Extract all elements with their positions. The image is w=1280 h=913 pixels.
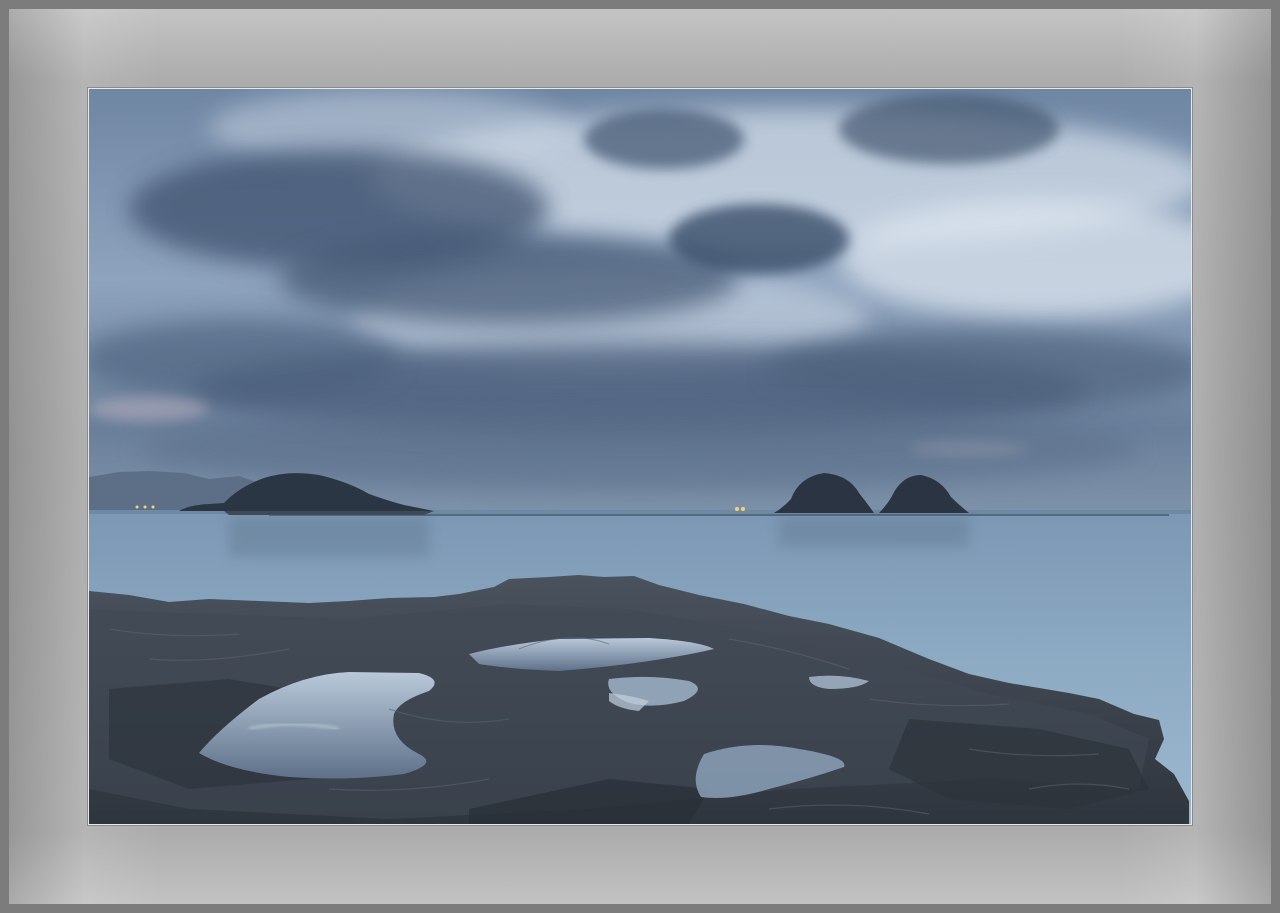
seascape-image <box>89 89 1191 824</box>
photo <box>88 88 1192 825</box>
